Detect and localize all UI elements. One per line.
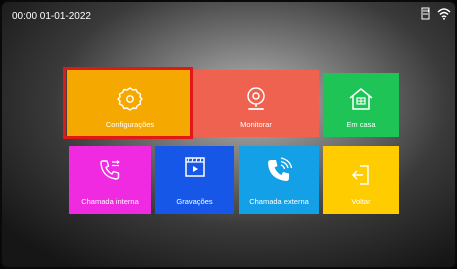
tile-chamada-externa[interactable]: Chamada externa [239, 146, 319, 214]
video-recording-icon [184, 157, 205, 177]
tile-label: Voltar [351, 197, 371, 206]
tile-monitorar[interactable]: Monitorar [193, 70, 319, 137]
screen: 00:00 01-01-2022 Configurações Monitorar… [2, 2, 455, 267]
tile-label: Gravações [176, 197, 213, 206]
tile-label: Monitorar [240, 120, 272, 129]
tile-configuracoes[interactable]: Configurações [67, 70, 193, 137]
gear-icon [117, 87, 143, 111]
tile-label: Em casa [346, 120, 376, 129]
phone-internal-icon [100, 160, 120, 180]
tile-gravacoes[interactable]: Gravações [155, 146, 234, 214]
tile-em-casa[interactable]: Em casa [323, 73, 399, 137]
tile-label: Configurações [105, 120, 155, 129]
status-icons [420, 7, 451, 20]
tile-voltar[interactable]: Voltar [323, 146, 399, 214]
house-icon [349, 88, 373, 110]
wifi-icon [437, 8, 451, 20]
status-datetime: 00:00 01-01-2022 [12, 11, 91, 22]
tile-chamada-interna[interactable]: Chamada interna [69, 146, 151, 214]
camera-icon [247, 87, 265, 110]
sd-card-icon [421, 7, 430, 20]
tile-label: Chamada interna [81, 197, 139, 206]
phone-ringing-icon [268, 157, 293, 181]
tile-label: Chamada externa [249, 197, 309, 206]
exit-icon [351, 165, 369, 185]
device-frame: 00:00 01-01-2022 Configurações Monitorar… [0, 0, 457, 269]
